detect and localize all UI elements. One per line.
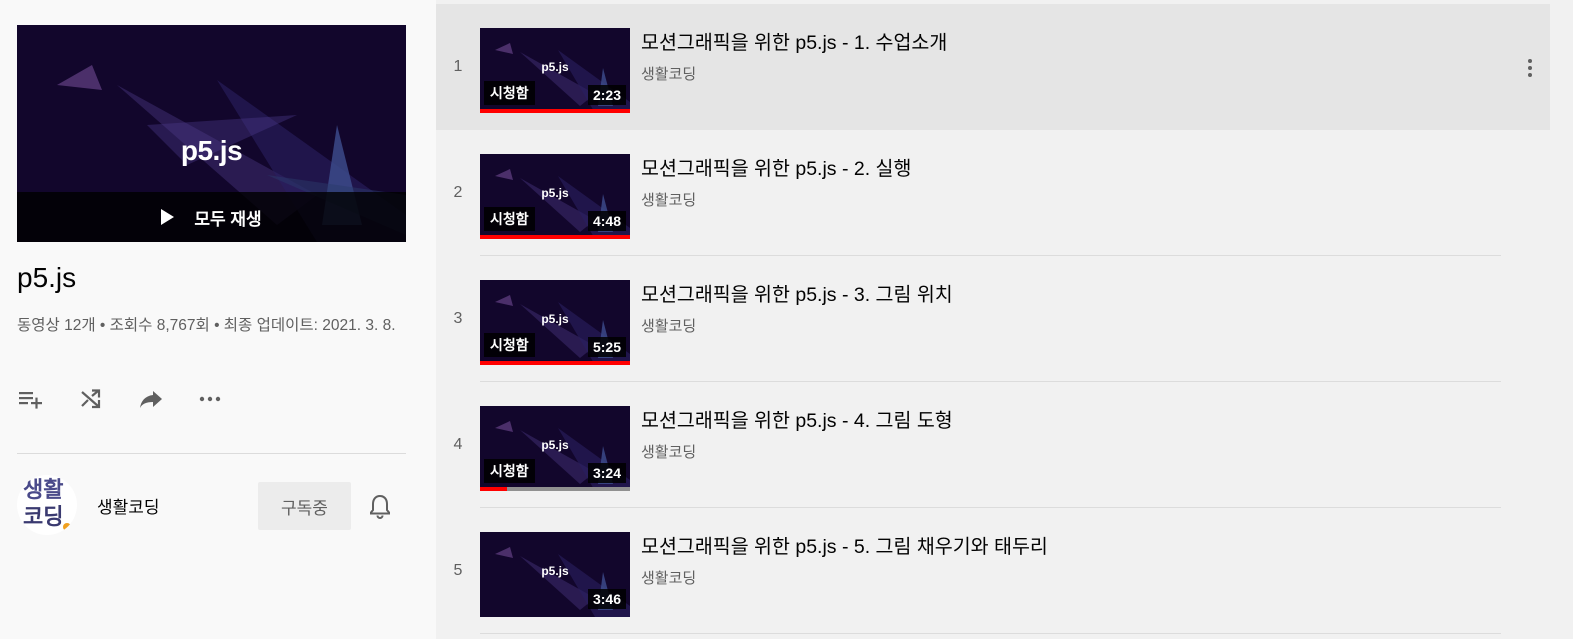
duration-badge: 3:46 <box>587 589 626 609</box>
watched-badge: 시청함 <box>484 459 535 483</box>
duration-badge: 4:48 <box>587 211 626 231</box>
playlist-title: p5.js <box>17 262 77 293</box>
playlist-video-row[interactable]: 4 p5.js 시청함 3:24 모션그래픽을 위한 p5.js - 4. 그림… <box>436 382 1550 508</box>
playlist-sidebar: p5.js 모두 재생 p5.js 동영상 12개 • 조회수 8,767회 •… <box>0 0 436 639</box>
more-horizontal-icon <box>199 396 221 402</box>
watch-progress-bar <box>480 361 630 365</box>
more-vertical-icon <box>1528 59 1532 77</box>
play-all-label: 모두 재생 <box>194 209 262 229</box>
video-index: 4 <box>453 436 463 453</box>
video-title[interactable]: 모션그래픽을 위한 p5.js - 5. 그림 채우기와 태두리 <box>641 530 1048 559</box>
playlist-video-row[interactable]: 3 p5.js 시청함 5:25 모션그래픽을 위한 p5.js - 3. 그림… <box>436 256 1550 382</box>
thumbnail-logo: p5.js <box>541 186 569 200</box>
row-divider <box>480 633 1501 634</box>
video-channel[interactable]: 생활코딩 <box>641 189 696 210</box>
watch-progress-bar <box>480 109 630 113</box>
video-thumbnail[interactable]: p5.js 시청함 3:24 <box>480 406 630 491</box>
watched-badge: 시청함 <box>484 207 535 231</box>
duration-badge: 2:23 <box>587 85 626 105</box>
watch-progress-bar <box>480 487 630 491</box>
notification-bell-button[interactable] <box>366 492 394 520</box>
video-title[interactable]: 모션그래픽을 위한 p5.js - 1. 수업소개 <box>641 26 947 55</box>
video-index: 5 <box>453 562 463 579</box>
watched-badge: 시청함 <box>484 81 535 105</box>
playlist-video-row[interactable]: 2 p5.js 시청함 4:48 모션그래픽을 위한 p5.js - 2. 실행… <box>436 130 1550 256</box>
sidebar-divider <box>17 453 406 454</box>
video-thumbnail[interactable]: p5.js 시청함 5:25 <box>480 280 630 365</box>
channel-name[interactable]: 생활코딩 <box>97 493 160 518</box>
thumbnail-logo: p5.js <box>541 438 569 452</box>
playlist-video-list: 1 p5.js 시청함 2:23 모션그래픽을 위한 p5.js - 1. 수업… <box>436 0 1573 639</box>
video-index: 2 <box>453 184 463 201</box>
watch-progress-fill <box>480 487 507 491</box>
avatar-text-top: 생활 <box>23 477 64 502</box>
duration-badge: 3:24 <box>587 463 626 483</box>
video-channel[interactable]: 생활코딩 <box>641 63 696 84</box>
duration-badge: 5:25 <box>587 337 626 357</box>
video-channel[interactable]: 생활코딩 <box>641 441 696 462</box>
playlist-video-row[interactable]: 5 p5.js 3:46 모션그래픽을 위한 p5.js - 5. 그림 채우기… <box>436 508 1550 634</box>
thumbnail-logo: p5.js <box>541 312 569 326</box>
avatar-dot <box>63 523 71 531</box>
video-thumbnail[interactable]: p5.js 시청함 4:48 <box>480 154 630 239</box>
playlist-video-row[interactable]: 1 p5.js 시청함 2:23 모션그래픽을 위한 p5.js - 1. 수업… <box>436 4 1550 130</box>
video-title[interactable]: 모션그래픽을 위한 p5.js - 3. 그림 위치 <box>641 278 953 307</box>
video-title[interactable]: 모션그래픽을 위한 p5.js - 4. 그림 도형 <box>641 404 953 433</box>
bell-icon <box>370 494 390 520</box>
watch-progress-fill <box>480 361 630 365</box>
more-actions-button[interactable] <box>197 382 257 416</box>
video-menu-button[interactable] <box>1518 56 1542 80</box>
playlist-thumbnail[interactable]: p5.js 모두 재생 <box>17 25 406 242</box>
thumbnail-logo: p5.js <box>541 60 569 74</box>
playlist-stats: 동영상 12개 • 조회수 8,767회 • 최종 업데이트: 2021. 3.… <box>17 317 396 334</box>
share-icon <box>140 391 162 408</box>
video-index: 3 <box>453 310 463 327</box>
video-index: 1 <box>453 58 463 75</box>
channel-avatar[interactable]: 생활 코딩 <box>17 475 77 535</box>
thumbnail-logo: p5.js <box>541 564 569 578</box>
play-icon <box>161 209 175 225</box>
subscribe-button[interactable]: 구독중 <box>258 482 351 530</box>
playlist-actions <box>17 382 257 416</box>
video-title[interactable]: 모션그래픽을 위한 p5.js - 2. 실행 <box>641 152 911 181</box>
play-all-button[interactable]: 모두 재생 <box>17 192 406 242</box>
watch-progress-fill <box>480 235 630 239</box>
add-to-queue-icon <box>19 392 42 409</box>
watch-progress-bar <box>480 235 630 239</box>
shuffle-button[interactable] <box>77 382 137 416</box>
video-channel[interactable]: 생활코딩 <box>641 567 696 588</box>
video-thumbnail[interactable]: p5.js 시청함 2:23 <box>480 28 630 113</box>
video-thumbnail[interactable]: p5.js 3:46 <box>480 532 630 617</box>
avatar-text-bottom: 코딩 <box>23 504 64 529</box>
watch-progress-fill <box>480 109 630 113</box>
add-to-queue-button[interactable] <box>17 382 77 416</box>
share-button[interactable] <box>137 382 197 416</box>
watched-badge: 시청함 <box>484 333 535 357</box>
hero-logo: p5.js <box>180 135 243 166</box>
shuffle-icon <box>81 389 101 409</box>
video-channel[interactable]: 생활코딩 <box>641 315 696 336</box>
